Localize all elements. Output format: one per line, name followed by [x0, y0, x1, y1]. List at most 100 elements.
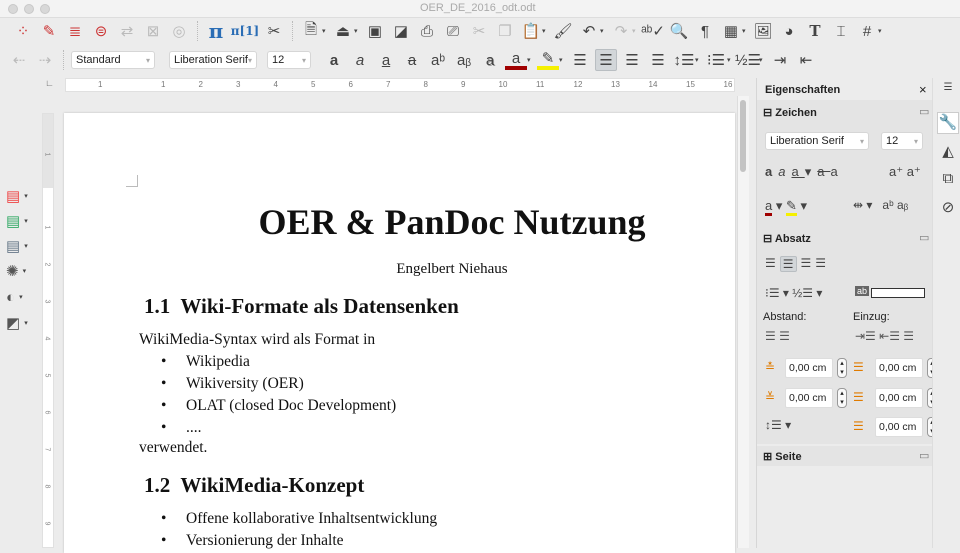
formula-numbered-icon[interactable]: π[1] — [231, 20, 260, 42]
image-filter-red-icon[interactable]: ▤ ▾ — [6, 186, 36, 206]
below-spinner[interactable]: ▴ ▾ — [837, 388, 847, 408]
superscript-icon[interactable]: aᵇ — [427, 49, 449, 71]
contrast-icon[interactable]: ◐ ▾ — [6, 287, 36, 307]
strikethrough-icon[interactable]: a — [401, 49, 423, 71]
cut-icon[interactable]: ✂ — [468, 20, 490, 42]
track-changes-icon[interactable]: ⁘ — [12, 20, 34, 42]
page-break-icon[interactable]: ⌶ — [830, 20, 852, 42]
scrollbar-thumb[interactable] — [740, 100, 746, 172]
first-line-indent-field[interactable]: 0,00 cm — [875, 417, 923, 437]
reject-change-icon[interactable]: ⊠ — [142, 20, 164, 42]
document-page[interactable]: OER & PanDoc Nutzung Engelbert Niehaus 1… — [64, 113, 735, 553]
new-document-icon[interactable]: 🗎 — [300, 20, 322, 42]
brightness-icon[interactable]: ✺ ▾ — [6, 261, 36, 281]
image-filter-blue-icon[interactable]: ▤ ▾ — [6, 236, 36, 256]
clone-formatting-icon[interactable]: 🖌 — [552, 20, 574, 42]
properties-tab-icon[interactable]: 🔧 — [937, 112, 959, 134]
sidebar-line-spacing-icon[interactable]: ↕☰ ▾ — [765, 418, 791, 432]
more-options-icon[interactable]: ▭ — [919, 231, 929, 244]
accept-change-icon[interactable]: ⇄ — [116, 20, 138, 42]
edit-changes-icon[interactable]: ✎ — [38, 20, 60, 42]
insert-table-icon[interactable]: ▦ — [720, 20, 742, 42]
italic-icon[interactable]: a — [349, 49, 371, 71]
horizontal-ruler[interactable]: 1 1 2 3 4 5 6 7 8 9 10 11 12 13 14 15 16 — [65, 78, 735, 92]
export-pdf-icon[interactable]: ◪ — [390, 20, 412, 42]
formatting-marks-icon[interactable]: ¶ — [694, 20, 716, 42]
spelling-icon[interactable]: ᵃᵇ✓ — [641, 20, 665, 42]
seite-header[interactable]: ⊞ Seite — [763, 450, 802, 463]
print-preview-icon[interactable]: ⎚ — [442, 20, 464, 42]
insert-chart-icon[interactable]: ◕ — [778, 20, 800, 42]
back-icon[interactable]: ⇠ — [8, 49, 30, 71]
tab-stop-icon[interactable]: ∟ — [45, 78, 54, 88]
save-icon[interactable]: ▣ — [364, 20, 386, 42]
after-indent-field[interactable]: 0,00 cm — [875, 388, 923, 408]
zoom-window-button[interactable] — [40, 4, 50, 14]
more-options-icon[interactable]: ▭ — [919, 105, 929, 118]
paragraph-style-select[interactable]: Standard ▾ — [71, 51, 155, 69]
subscript-icon[interactable]: aᵦ — [453, 49, 475, 71]
gallery-tab-icon[interactable]: ⧉ — [937, 170, 959, 192]
above-spacing-field[interactable]: 0,00 cm — [785, 358, 833, 378]
above-spinner[interactable]: ▴ ▾ — [837, 358, 847, 378]
absatz-header[interactable]: ⊟ Absatz — [763, 232, 811, 245]
bold-icon[interactable]: a — [323, 49, 345, 71]
highlight-icon[interactable]: ✎ — [537, 50, 559, 70]
compare-icon[interactable]: ◎ — [168, 20, 190, 42]
font-name-select[interactable]: Liberation Serif ▾ — [169, 51, 257, 69]
font-color-icon[interactable]: a — [505, 50, 527, 70]
open-icon[interactable]: ⏏ — [332, 20, 354, 42]
bullets-icon[interactable]: ⁝☰ — [705, 49, 727, 71]
shadow-icon[interactable]: a — [479, 49, 501, 71]
align-center-icon[interactable]: ☰ — [595, 49, 617, 71]
paste-icon[interactable]: 📋 — [520, 20, 542, 42]
undo-icon[interactable]: ↶ — [578, 20, 600, 42]
image-filter-green-icon[interactable]: ▤ ▾ — [6, 211, 36, 231]
close-sidebar-icon[interactable]: × — [919, 82, 927, 97]
formula-icon[interactable]: π — [205, 19, 227, 43]
sidebar-alignment[interactable]: ☰ ☰ ☰ ☰ — [765, 256, 826, 272]
styles-tab-icon[interactable]: ◭ — [937, 142, 959, 164]
navigator-tab-icon[interactable]: ⊘ — [937, 198, 959, 220]
char-format-icons[interactable]: aaa▾aa — [765, 164, 844, 180]
background-color-swatch[interactable] — [871, 288, 925, 298]
align-right-icon[interactable]: ☰ — [621, 49, 643, 71]
tools-icon[interactable]: ✂ — [263, 20, 285, 42]
line-spacing-icon[interactable]: ↕☰ — [673, 49, 695, 71]
redo-icon[interactable]: ↷ — [610, 20, 632, 42]
increase-indent-icon[interactable]: ⇥ — [769, 49, 791, 71]
copy-icon[interactable]: ❐ — [494, 20, 516, 42]
before-indent-field[interactable]: 0,00 cm — [875, 358, 923, 378]
insert-textbox-icon[interactable]: T — [804, 20, 826, 42]
sidebar-list-icons[interactable]: ⁝☰ ▾ ½☰ ▾ — [765, 286, 822, 300]
align-left-icon[interactable]: ☰ — [569, 49, 591, 71]
forward-icon[interactable]: ⇢ — [34, 49, 56, 71]
zeichen-header[interactable]: ⊟ Zeichen — [763, 106, 817, 119]
spacing-icons[interactable]: ☰ ☰ — [765, 329, 790, 343]
background-color-icon[interactable]: ab — [855, 286, 870, 296]
sidebar-size-select[interactable]: 12 ▾ — [881, 132, 923, 150]
more-options-icon[interactable]: ▭ — [919, 449, 929, 462]
manage-changes-icon[interactable]: ⊜ — [90, 20, 112, 42]
spacing-super-sub-icons[interactable]: ⇹ ▾ aᵇ aᵦ — [853, 198, 908, 212]
decrease-indent-icon[interactable]: ⇤ — [795, 49, 817, 71]
minimize-window-button[interactable] — [24, 4, 34, 14]
numbering-icon[interactable]: ½☰ — [735, 49, 761, 71]
underline-icon[interactable]: a — [375, 49, 397, 71]
below-spacing-field[interactable]: 0,00 cm — [785, 388, 833, 408]
gamma-icon[interactable]: ◩ ▾ — [6, 313, 36, 333]
sidebar-menu-icon[interactable]: ☰ — [937, 82, 959, 104]
indent-icons[interactable]: ⇥☰ ⇤☰ ☰ — [855, 329, 914, 343]
find-replace-icon[interactable]: 🔍 — [668, 20, 690, 42]
sidebar-color-icons[interactable]: a ▾ ✎ ▾ — [765, 198, 807, 216]
close-window-button[interactable] — [8, 4, 18, 14]
insert-field-icon[interactable]: # — [856, 20, 878, 42]
print-icon[interactable]: ⎙ — [416, 20, 438, 42]
vertical-ruler[interactable]: 1 1 2 3 4 5 6 7 8 9 — [42, 113, 54, 548]
justify-icon[interactable]: ☰ — [647, 49, 669, 71]
insert-image-icon[interactable]: 🖼 — [752, 20, 774, 42]
show-changes-icon[interactable]: ≣ — [64, 20, 86, 42]
font-size-select[interactable]: 12 ▾ — [267, 51, 311, 69]
grow-shrink-font-icons[interactable]: a⁺ a⁺ — [889, 164, 921, 180]
sidebar-font-select[interactable]: Liberation Serif ▾ — [765, 132, 869, 150]
